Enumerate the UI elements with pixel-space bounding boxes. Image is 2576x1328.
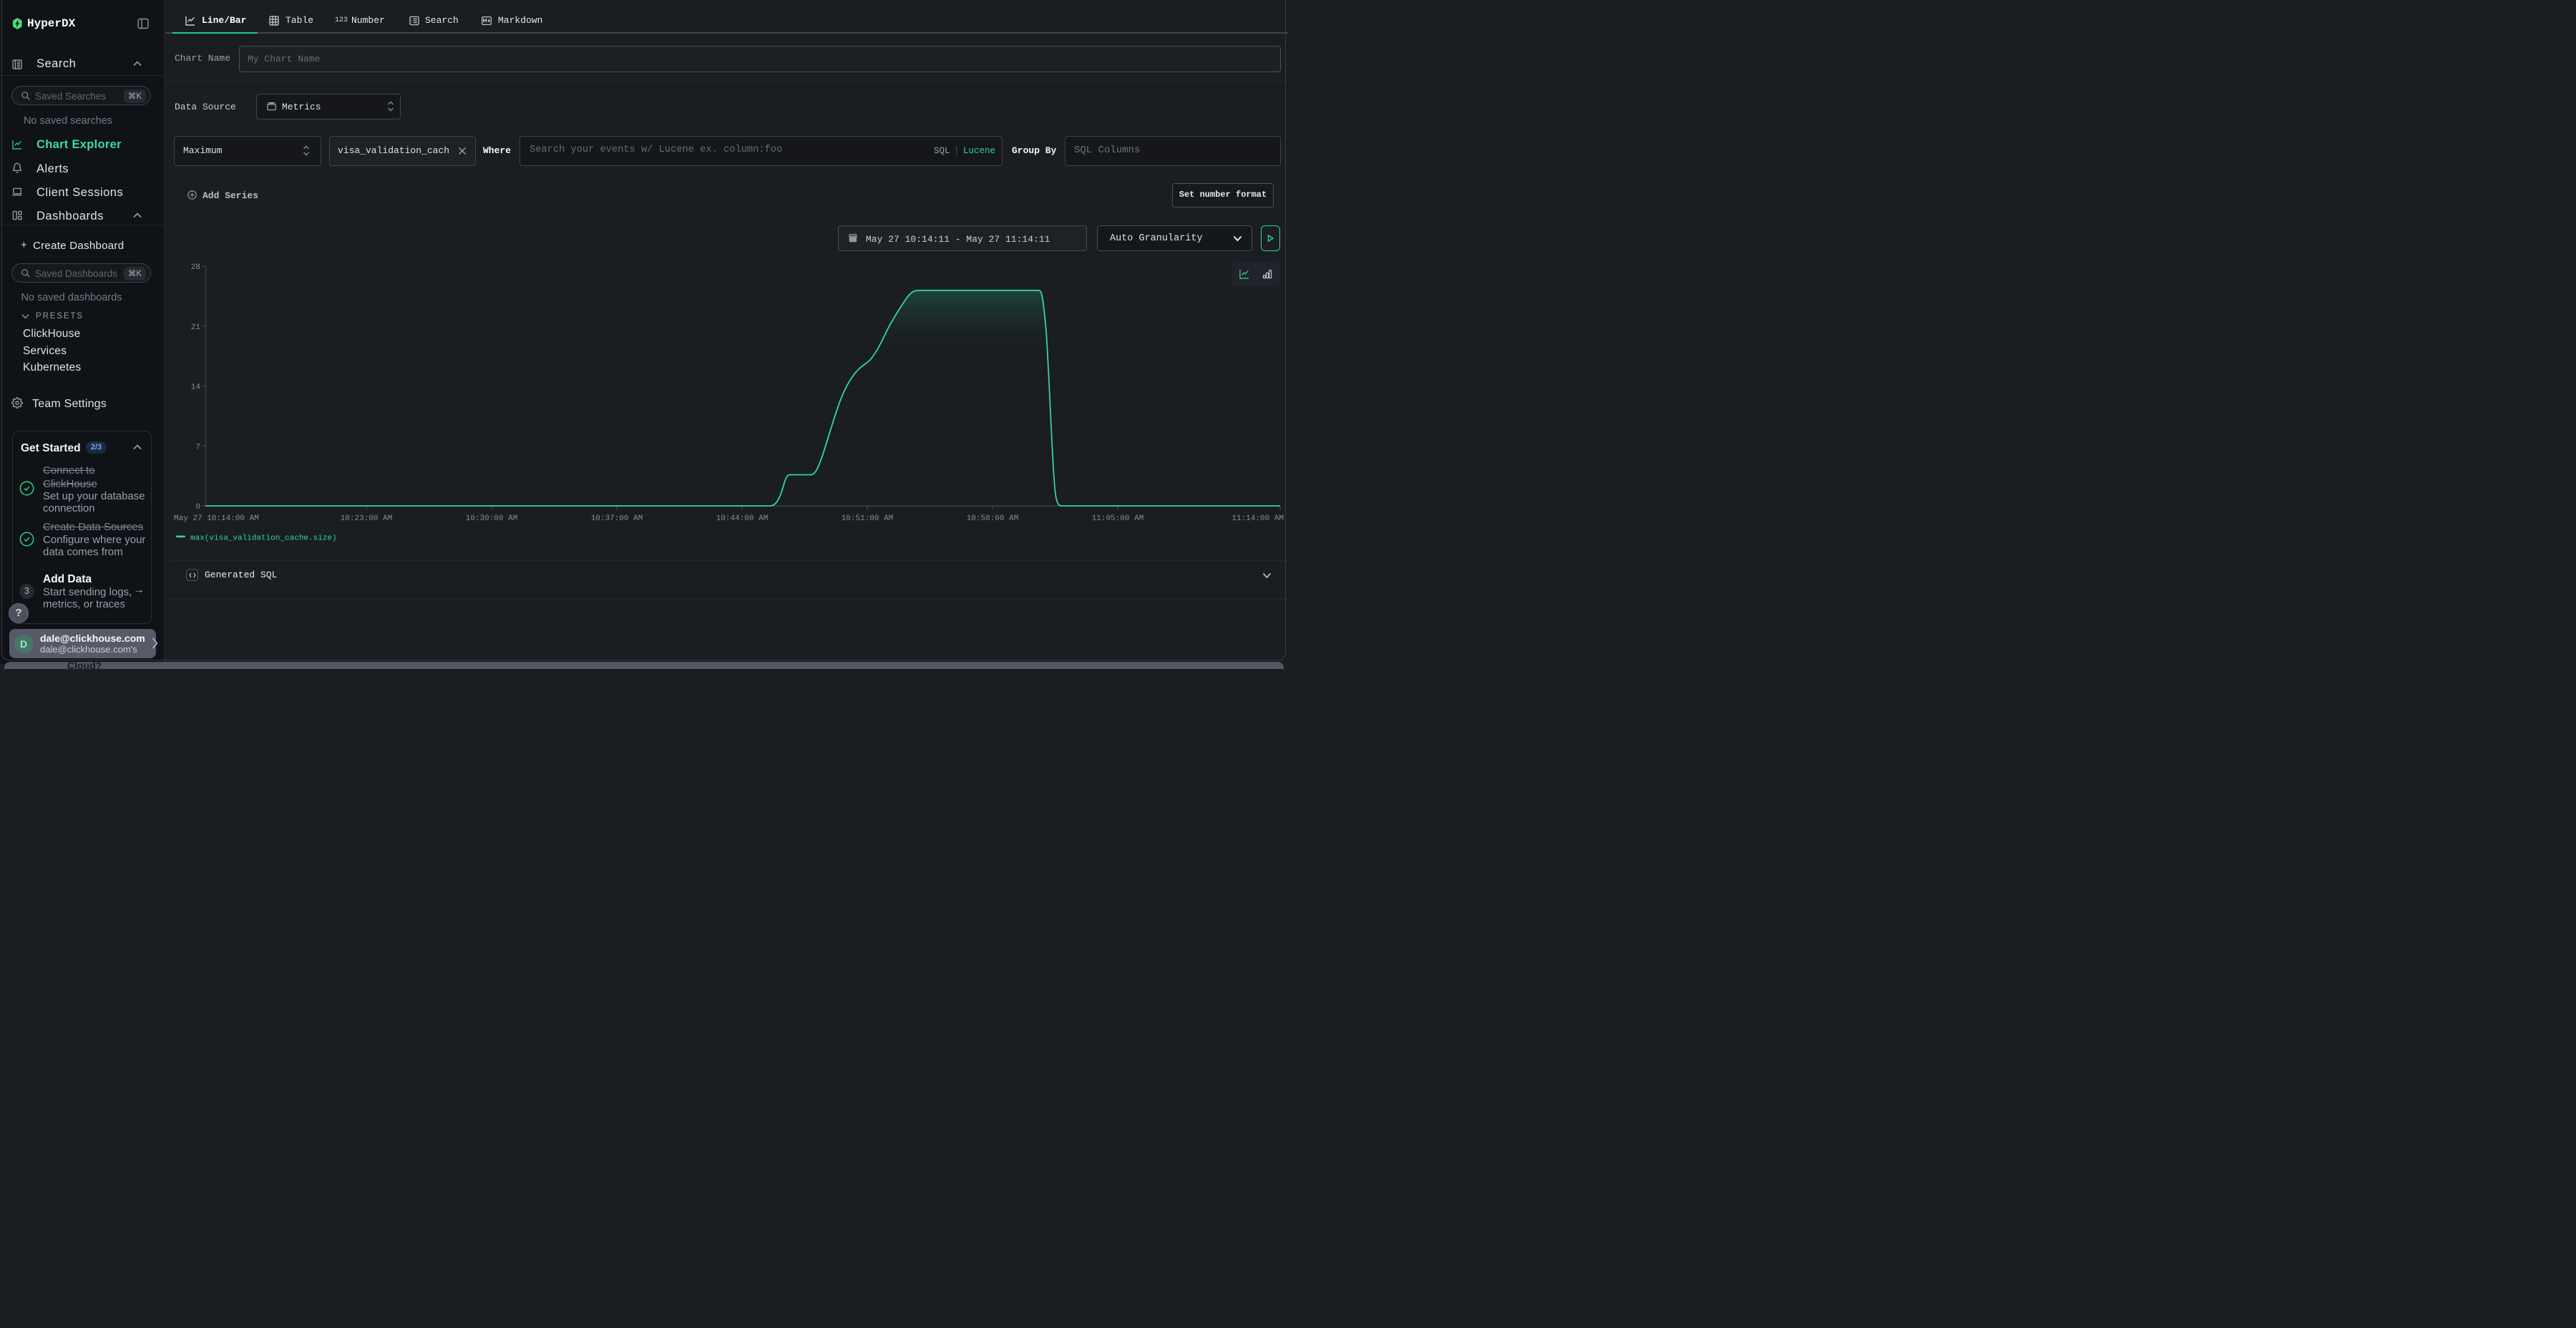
svg-text:21: 21 (191, 323, 201, 332)
svg-text:May 27 10:14:00 AM: May 27 10:14:00 AM (174, 514, 259, 523)
svg-text:10:37:00 AM: 10:37:00 AM (591, 514, 643, 523)
svg-text:10:23:00 AM: 10:23:00 AM (341, 514, 393, 523)
svg-text:10:58:00 AM: 10:58:00 AM (967, 514, 1019, 523)
svg-text:11:05:00 AM: 11:05:00 AM (1092, 514, 1144, 523)
svg-text:0: 0 (195, 503, 200, 512)
svg-text:10:51:00 AM: 10:51:00 AM (841, 514, 894, 523)
svg-text:max(visa_validation_cache.size: max(visa_validation_cache.size) (190, 534, 337, 543)
svg-text:10:30:00 AM: 10:30:00 AM (466, 514, 518, 523)
svg-text:10:44:00 AM: 10:44:00 AM (716, 514, 769, 523)
svg-text:7: 7 (195, 443, 200, 451)
svg-text:28: 28 (191, 263, 200, 272)
svg-text:11:14:00 AM: 11:14:00 AM (1231, 514, 1284, 523)
svg-text:14: 14 (191, 384, 201, 392)
